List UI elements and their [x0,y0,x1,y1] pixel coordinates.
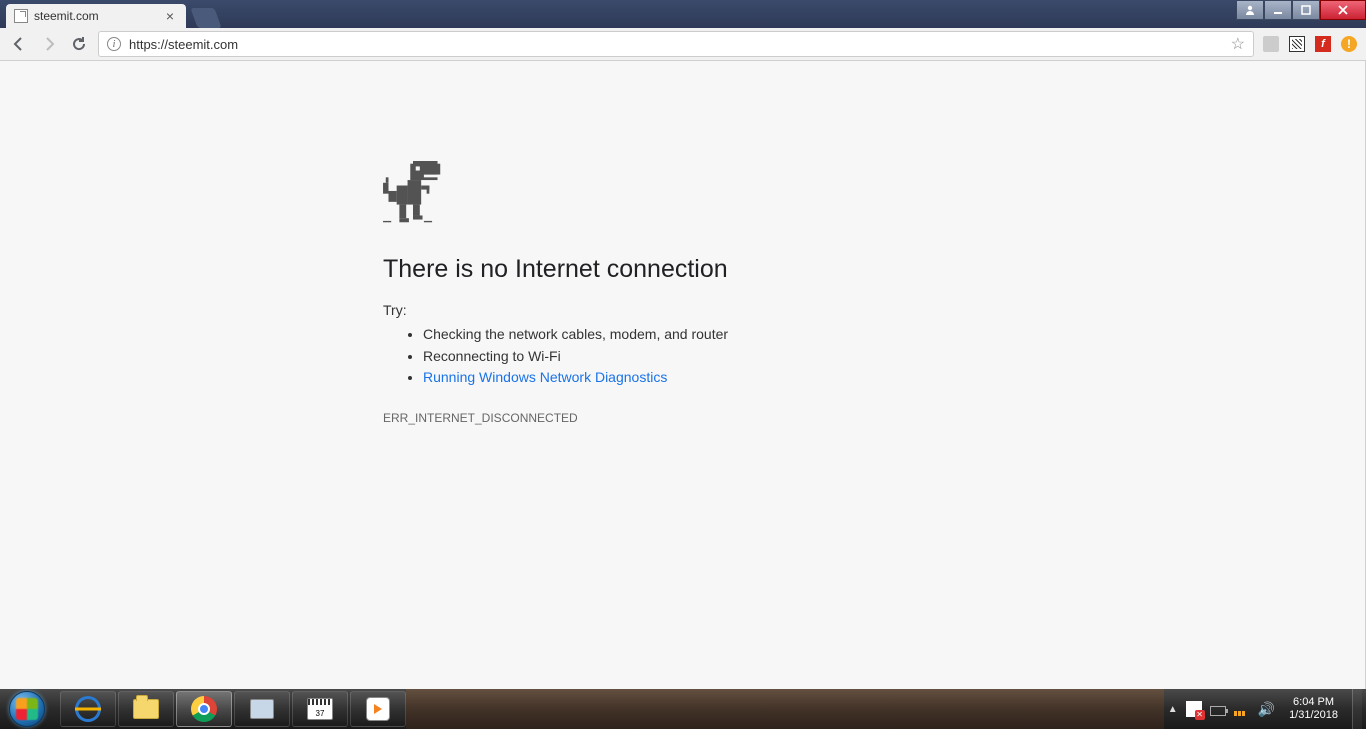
taskbar-ie[interactable] [60,691,116,727]
system-tray: ▲ 🔊 6:04 PM 1/31/2018 [1164,689,1366,729]
new-tab-button[interactable] [190,8,221,28]
extension-icon-2[interactable] [1288,35,1306,53]
clock-time: 6:04 PM [1289,696,1338,709]
calendar-icon: 37 [307,698,333,720]
start-button[interactable] [0,689,54,729]
user-switch-button[interactable] [1236,0,1264,20]
error-heading: There is no Internet connection [383,255,983,284]
chrome-icon [191,696,217,722]
page-favicon-icon [14,9,28,23]
media-player-icon [366,697,390,721]
browser-tab[interactable]: steemit.com × [6,4,186,28]
app-icon [250,699,274,719]
window-close-button[interactable] [1320,0,1366,20]
window-controls [1236,0,1366,20]
clock[interactable]: 6:04 PM 1/31/2018 [1283,696,1344,722]
toolbar: i https://steemit.com ☆ f ! [0,28,1366,61]
taskbar-calendar[interactable]: 37 [292,691,348,727]
reload-button[interactable] [68,33,90,55]
tray-overflow-icon[interactable]: ▲ [1168,704,1178,715]
maximize-button[interactable] [1292,0,1320,20]
tab-strip: steemit.com × [0,0,218,28]
taskbar: 37 ▲ 🔊 6:04 PM 1/31/2018 [0,689,1366,729]
error-code: ERR_INTERNET_DISCONNECTED [383,411,983,425]
tab-close-icon[interactable]: × [162,8,178,24]
taskbar-spacer [406,689,1164,729]
extension-warning-icon[interactable]: ! [1340,35,1358,53]
titlebar: steemit.com × [0,0,1366,28]
dino-icon[interactable] [383,161,983,225]
extension-icon-1[interactable] [1262,35,1280,53]
clock-date: 1/31/2018 [1289,709,1338,722]
show-desktop-button[interactable] [1352,689,1362,729]
tab-title: steemit.com [34,9,99,23]
back-button[interactable] [8,33,30,55]
suggestion-list: Checking the network cables, modem, and … [423,324,983,389]
extension-flash-icon[interactable]: f [1314,35,1332,53]
taskbar-media-player[interactable] [350,691,406,727]
suggestion-item: Checking the network cables, modem, and … [423,324,983,346]
url-text: https://steemit.com [129,37,1231,52]
taskbar-app-1[interactable] [234,691,290,727]
action-center-icon[interactable] [1186,701,1202,717]
address-bar[interactable]: i https://steemit.com ☆ [98,31,1254,57]
taskbar-chrome[interactable] [176,691,232,727]
ie-icon [71,692,104,725]
page-viewport: There is no Internet connection Try: Che… [0,61,1366,689]
try-label: Try: [383,302,983,318]
forward-button[interactable] [38,33,60,55]
volume-icon[interactable]: 🔊 [1258,701,1275,718]
offline-error-panel: There is no Internet connection Try: Che… [383,161,983,425]
bookmark-star-icon[interactable]: ☆ [1231,34,1245,54]
battery-icon[interactable] [1210,706,1226,716]
pinned-apps: 37 [54,689,406,729]
windows-orb-icon [9,691,45,727]
site-info-icon[interactable]: i [107,37,121,51]
minimize-button[interactable] [1264,0,1292,20]
diagnostics-link[interactable]: Running Windows Network Diagnostics [423,369,667,385]
folder-icon [133,699,159,719]
suggestion-item: Reconnecting to Wi-Fi [423,346,983,368]
taskbar-explorer[interactable] [118,691,174,727]
network-icon[interactable] [1234,702,1250,716]
